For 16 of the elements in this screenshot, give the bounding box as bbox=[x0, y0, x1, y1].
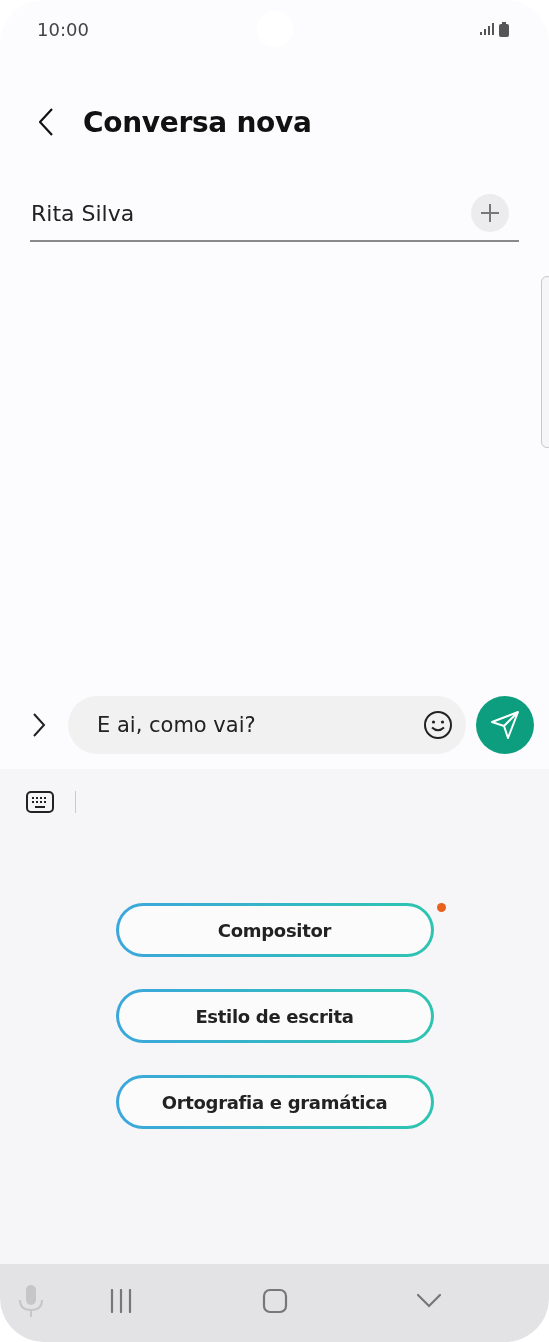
send-icon bbox=[489, 709, 521, 741]
status-time: 10:00 bbox=[37, 18, 89, 40]
back-icon[interactable] bbox=[39, 108, 53, 136]
expand-icon[interactable] bbox=[32, 713, 46, 737]
battery-icon bbox=[499, 21, 509, 37]
hide-keyboard-icon[interactable] bbox=[416, 1293, 442, 1309]
signal-icon bbox=[480, 23, 494, 35]
message-field[interactable]: E ai, como vai? bbox=[68, 696, 466, 754]
send-button[interactable] bbox=[476, 696, 534, 754]
recipient-field[interactable]: Rita Silva bbox=[30, 186, 519, 242]
emoji-icon[interactable] bbox=[423, 710, 453, 740]
recent-apps-icon[interactable] bbox=[109, 1289, 133, 1313]
home-icon[interactable] bbox=[261, 1288, 288, 1314]
screen-title: Conversa nova bbox=[83, 105, 312, 139]
keyboard-icon[interactable] bbox=[26, 791, 54, 813]
add-recipient-icon[interactable] bbox=[471, 194, 509, 232]
